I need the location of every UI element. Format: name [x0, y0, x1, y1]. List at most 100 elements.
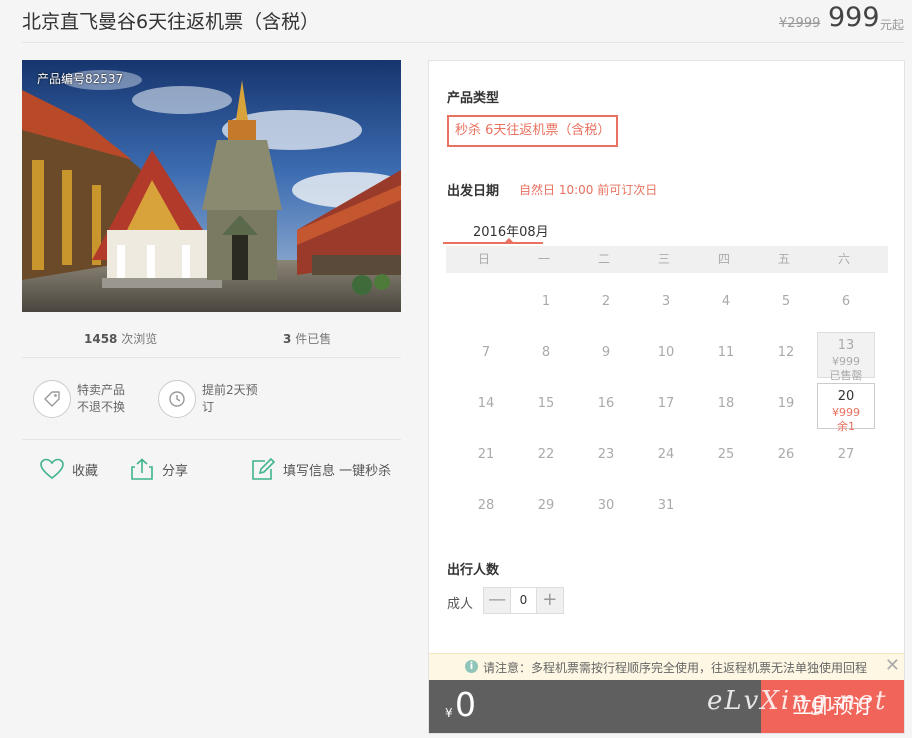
checkout-bar: ¥ 0 立即预订 eLvXing.net: [429, 680, 904, 733]
weekday-label: 六: [837, 252, 850, 266]
day-number: 27: [837, 447, 855, 462]
day-number: 3: [661, 294, 671, 309]
day-price: ¥999: [832, 355, 860, 368]
decrement-button[interactable]: —: [484, 588, 511, 613]
day-price: ¥999: [832, 406, 860, 419]
calendar-day: 28: [457, 485, 515, 531]
day-number: 15: [537, 396, 555, 411]
product-actions: 收藏 分享 填写信息 一键秒杀: [22, 452, 401, 488]
day-number: 23: [597, 447, 615, 462]
share-icon: [131, 458, 153, 480]
day-status: 已售罄: [829, 369, 863, 382]
increment-button[interactable]: +: [536, 588, 563, 613]
product-title: 北京直飞曼谷6天往返机票（含税）: [22, 11, 320, 33]
feature-special-sale: 特卖产品 不退不换: [33, 380, 125, 418]
weekday-label: 五: [777, 252, 790, 266]
calendar-day: 2: [577, 281, 635, 327]
day-number: 8: [541, 345, 551, 360]
info-icon: i: [465, 660, 478, 673]
calendar-day: 15: [517, 383, 575, 429]
product-features: 特卖产品 不退不换 提前2天预 订: [22, 360, 401, 440]
favorite-button[interactable]: 收藏: [40, 458, 98, 480]
product-type-option[interactable]: 秒杀 6天往返机票（含税）: [447, 115, 619, 147]
current-price: 999: [828, 2, 880, 33]
favorite-label: 收藏: [72, 463, 99, 479]
notice-text: 请注意：多程机票需按行程顺序完全使用，往返程机票无法单独使用回程: [483, 661, 868, 675]
feature-line: 订: [202, 400, 215, 414]
sold-stat: 3 件已售: [283, 330, 331, 347]
calendar-day: 26: [757, 434, 815, 480]
day-number: 26: [777, 447, 795, 462]
sold-count: 3: [283, 332, 292, 346]
tag-icon: [33, 380, 71, 418]
header-divider: [22, 42, 904, 43]
day-number: 22: [537, 447, 555, 462]
day-number: 28: [477, 498, 495, 513]
day-number: 18: [717, 396, 735, 411]
calendar-day: 3: [637, 281, 695, 327]
close-icon[interactable]: ✕: [885, 655, 900, 676]
calendar-day: 10: [637, 332, 695, 378]
day-number: 25: [717, 447, 735, 462]
edit-icon: [252, 458, 275, 480]
calendar-day: 30: [577, 485, 635, 531]
calendar-day: 27: [817, 434, 875, 480]
calendar-day: 9: [577, 332, 635, 378]
views-label: 次浏览: [121, 332, 158, 346]
views-count: 1458: [84, 332, 118, 346]
adult-label: 成人: [447, 597, 474, 612]
calendar-day: 31: [637, 485, 695, 531]
day-number: 10: [657, 345, 675, 360]
price-unit: 元起: [880, 18, 905, 32]
day-number: 16: [597, 396, 615, 411]
feature-line: 提前2天预: [202, 383, 258, 397]
weekday-label: 四: [717, 252, 730, 266]
calendar-day: 29: [517, 485, 575, 531]
calendar-day: 1: [517, 281, 575, 327]
day-number: 14: [477, 396, 495, 411]
fill-info-button[interactable]: 填写信息 一键秒杀: [251, 458, 391, 480]
day-number: 6: [841, 294, 851, 309]
calendar-day: 22: [517, 434, 575, 480]
calendar-day[interactable]: 20 ¥999 余1: [817, 383, 875, 433]
month-tab-underline: [443, 242, 543, 244]
fill-info-label: 填写信息 一键秒杀: [283, 463, 392, 479]
calendar-day: 12: [757, 332, 815, 378]
day-number: 7: [481, 345, 491, 360]
day-number: 29: [537, 498, 555, 513]
day-number: 2: [601, 294, 611, 309]
weekday-label: 日: [477, 252, 490, 266]
day-number: 19: [777, 396, 795, 411]
feature-line: 特卖产品: [77, 383, 126, 397]
product-code-label: 产品编号82537: [37, 72, 124, 86]
calendar-day: 6: [817, 281, 875, 327]
adult-count-field[interactable]: 0: [510, 588, 537, 613]
day-number: 17: [657, 396, 675, 411]
notice-bar: i 请注意：多程机票需按行程顺序完全使用，往返程机票无法单独使用回程 ✕: [429, 653, 904, 680]
calendar-day: 16: [577, 383, 635, 429]
day-number: 4: [721, 294, 731, 309]
calendar-day: 17: [637, 383, 695, 429]
day-number: 31: [657, 498, 675, 513]
book-now-button[interactable]: 立即预订: [761, 680, 904, 733]
share-button[interactable]: 分享: [130, 458, 188, 480]
share-label: 分享: [162, 463, 189, 479]
currency-symbol: ¥: [445, 706, 453, 720]
calendar-day: 25: [697, 434, 755, 480]
month-caret-icon: [505, 238, 513, 242]
clock-icon: [158, 380, 196, 418]
calendar-day: 18: [697, 383, 755, 429]
original-price: ¥2999: [779, 16, 821, 31]
heart-icon: [40, 458, 64, 480]
day-status: 余1: [837, 420, 855, 433]
weekday-label: 二: [597, 252, 610, 266]
day-number: 1: [541, 294, 551, 309]
total-price: 0: [455, 685, 476, 724]
feature-line: 不退不换: [77, 400, 126, 414]
calendar-day: 24: [637, 434, 695, 480]
temple-photo-illustration: [22, 60, 401, 312]
day-number: 11: [717, 345, 735, 360]
day-number: 13: [837, 338, 855, 353]
calendar-day: 8: [517, 332, 575, 378]
calendar-day: 21: [457, 434, 515, 480]
